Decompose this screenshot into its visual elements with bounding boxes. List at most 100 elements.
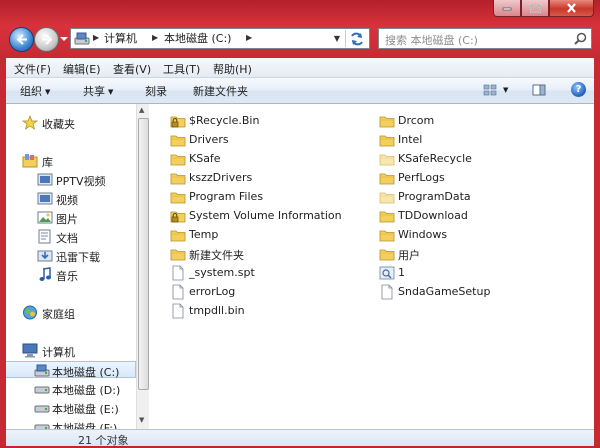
file-list-item[interactable]: KSafe	[170, 150, 370, 168]
file-name: Drcom	[398, 114, 435, 127]
file-list-item[interactable]: Windows	[379, 226, 579, 244]
file-list-item[interactable]: Temp	[170, 226, 370, 244]
scroll-up-arrow-icon[interactable]: ▲	[139, 106, 144, 114]
menu-help[interactable]: 帮助(H)	[213, 61, 252, 77]
navigation-pane-scrollbar[interactable]: ▲ ▼	[136, 104, 149, 429]
nav-library-thunder-downloads[interactable]: 迅雷下载	[6, 247, 136, 264]
view-options-dropdown-icon[interactable]: ▼	[503, 86, 508, 94]
menu-file[interactable]: 文件(F)	[14, 61, 51, 77]
nav-drive-f[interactable]: 本地磁盘 (F:)	[6, 418, 136, 429]
pictures-library-icon	[37, 211, 53, 224]
file-list-item[interactable]: Drcom	[379, 112, 579, 130]
menu-view[interactable]: 查看(V)	[113, 61, 151, 77]
menu-tools[interactable]: 工具(T)	[163, 61, 200, 77]
nav-homegroup[interactable]: 家庭组	[6, 304, 136, 321]
nav-drive-label: 本地磁盘 (D:)	[52, 384, 121, 397]
back-button[interactable]	[9, 27, 34, 52]
breadcrumb-separator[interactable]: ▶	[246, 33, 252, 42]
breadcrumb-computer[interactable]: 计算机	[104, 32, 137, 45]
file-list-item[interactable]: System Volume Information	[170, 207, 370, 225]
folder-icon	[170, 246, 186, 262]
documents-library-icon	[38, 229, 51, 244]
nav-library-documents[interactable]: 文档	[6, 228, 136, 245]
address-bar[interactable]: ▶ 计算机 ▶ 本地磁盘 (C:) ▶ ▼	[70, 28, 370, 49]
file-list-item[interactable]: Program Files	[170, 188, 370, 206]
close-button[interactable]	[549, 0, 594, 17]
arrow-right-icon	[41, 34, 52, 45]
file-name: KSafeRecycle	[398, 152, 472, 165]
file-list-item[interactable]: 新建文件夹	[170, 245, 370, 263]
nav-library-label: 视频	[56, 194, 78, 207]
organize-button[interactable]: 组织 ▼	[20, 83, 50, 99]
new-folder-button[interactable]: 新建文件夹	[193, 83, 248, 99]
file-name: 新建文件夹	[189, 249, 244, 262]
folder-icon	[379, 170, 395, 186]
burn-button[interactable]: 刻录	[145, 83, 167, 99]
file-list-item[interactable]: ProgramData	[379, 188, 579, 206]
recent-pages-dropdown-icon[interactable]	[60, 34, 68, 44]
image-file-icon	[379, 265, 395, 281]
computer-icon	[22, 343, 38, 358]
drive-icon	[34, 386, 50, 394]
file-list-item[interactable]: _system.spt	[170, 264, 370, 282]
file-icon	[170, 265, 186, 281]
forward-button[interactable]	[34, 27, 59, 52]
drive-icon	[34, 364, 50, 377]
hidden-folder-icon	[379, 189, 395, 205]
file-list-item[interactable]: KSafeRecycle	[379, 150, 579, 168]
caption-buttons	[493, 0, 594, 17]
nav-drive-label: 本地磁盘 (E:)	[52, 403, 119, 416]
refresh-button[interactable]	[345, 30, 368, 47]
file-name: System Volume Information	[189, 209, 342, 222]
file-list[interactable]: $Recycle.Bin Drivers KSafe kszzDrivers Progr…	[149, 104, 594, 429]
search-placeholder: 搜索 本地磁盘 (C:)	[385, 34, 478, 47]
file-list-item[interactable]: 用户	[379, 245, 579, 263]
nav-libraries[interactable]: 库	[6, 152, 136, 169]
nav-libraries-label: 库	[42, 156, 53, 169]
file-name: Windows	[398, 228, 448, 241]
minimize-button[interactable]	[493, 0, 521, 17]
scroll-down-arrow-icon[interactable]: ▼	[139, 416, 144, 424]
folder-icon	[170, 227, 186, 243]
breadcrumb-separator[interactable]: ▶	[152, 33, 158, 42]
scrollbar-thumb[interactable]	[138, 118, 149, 390]
preview-pane-icon	[532, 84, 546, 96]
breadcrumb-separator[interactable]: ▶	[93, 33, 99, 42]
change-view-button[interactable]	[481, 81, 499, 99]
nav-computer[interactable]: 计算机	[6, 342, 136, 359]
share-button[interactable]: 共享 ▼	[83, 83, 113, 99]
preview-pane-button[interactable]	[530, 81, 548, 99]
hidden-folder-icon	[379, 151, 395, 167]
file-list-item[interactable]: SndaGameSetup	[379, 283, 579, 301]
search-field[interactable]: 搜索 本地磁盘 (C:)	[378, 28, 592, 49]
menu-edit[interactable]: 编辑(E)	[63, 61, 101, 77]
video-library-icon	[37, 192, 53, 205]
nav-library-pictures[interactable]: 图片	[6, 209, 136, 226]
file-list-item[interactable]: TDDownload	[379, 207, 579, 225]
file-list-item[interactable]: kszzDrivers	[170, 169, 370, 187]
download-library-icon	[37, 250, 53, 262]
nav-library-videos[interactable]: 视频	[6, 190, 136, 207]
help-button[interactable]: ?	[571, 82, 586, 97]
file-list-item[interactable]: 1	[379, 264, 579, 282]
file-list-item[interactable]: PerfLogs	[379, 169, 579, 187]
navigation-pane: 收藏夹 库 PPTV视频 视频 图片 文档 迅雷下载 音乐 家庭组 计算机 本地…	[6, 104, 148, 429]
nav-drive-c[interactable]: 本地磁盘 (C:)	[6, 361, 136, 379]
nav-drive-d[interactable]: 本地磁盘 (D:)	[6, 380, 136, 397]
address-history-dropdown[interactable]: ▼	[331, 32, 343, 45]
nav-favorites[interactable]: 收藏夹	[6, 114, 136, 131]
file-list-item[interactable]: Drivers	[170, 131, 370, 149]
refresh-icon	[351, 32, 363, 45]
file-list-item[interactable]: $Recycle.Bin	[170, 112, 370, 130]
breadcrumb-drive-c[interactable]: 本地磁盘 (C:)	[164, 32, 231, 45]
file-list-item[interactable]: errorLog	[170, 283, 370, 301]
share-label: 共享	[83, 85, 105, 98]
nav-library-pptv[interactable]: PPTV视频	[6, 171, 136, 188]
maximize-button[interactable]	[521, 0, 549, 17]
nav-drive-e[interactable]: 本地磁盘 (E:)	[6, 399, 136, 416]
file-list-item[interactable]: Intel	[379, 131, 579, 149]
file-list-item[interactable]: tmpdll.bin	[170, 302, 370, 320]
nav-library-music[interactable]: 音乐	[6, 266, 136, 283]
folder-icon	[379, 113, 395, 129]
search-icon[interactable]	[574, 32, 587, 45]
